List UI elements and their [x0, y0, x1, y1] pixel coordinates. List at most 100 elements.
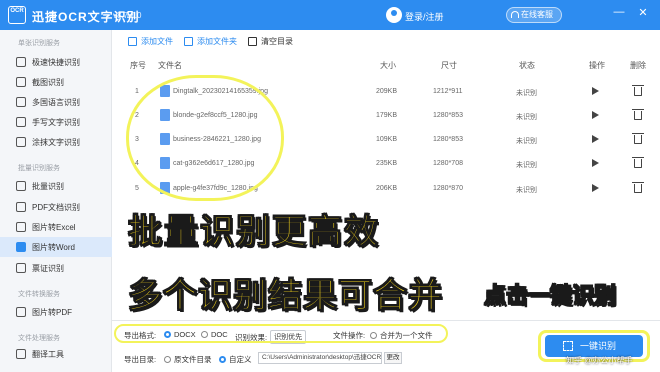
batch-icon	[16, 181, 26, 191]
sidebar-item-label: PDF文档识别	[32, 202, 80, 212]
trash-icon[interactable]	[632, 109, 644, 120]
highlight-pill	[114, 324, 448, 343]
lightning-icon	[16, 57, 26, 67]
sidebar-item-smear[interactable]: 涂抹文字识别	[0, 132, 112, 152]
sidebar-item-label: 票证识别	[32, 263, 64, 273]
sidebar-group-batch: 批量识别服务	[18, 165, 60, 172]
trash-icon[interactable]	[632, 182, 644, 193]
login-link[interactable]: 登录/注册	[405, 10, 444, 23]
globe-icon	[16, 97, 26, 107]
headset-icon	[511, 11, 519, 18]
row-status: 未识别	[516, 90, 537, 97]
col-name: 文件名	[158, 61, 182, 70]
add-file-label: 添加文件	[141, 37, 173, 46]
sidebar-item-ticket[interactable]: 票证识别	[0, 258, 112, 278]
play-icon[interactable]	[592, 135, 599, 143]
sidebar-group-single: 单张识别服务	[18, 40, 60, 47]
minimize-button[interactable]: —	[612, 6, 626, 18]
overlay-caption-3: 点击一键识别	[483, 284, 617, 310]
orig-dir-label: 原文件目录	[174, 355, 212, 364]
row-status: 未识别	[516, 187, 537, 194]
row-status: 未识别	[516, 138, 537, 145]
trash-icon[interactable]	[632, 133, 644, 144]
trash-icon[interactable]	[632, 157, 644, 168]
sidebar-item-label: 涂抹文字识别	[32, 137, 80, 147]
row-size: 206KB	[376, 185, 398, 192]
sidebar-item-screenshot[interactable]: 截图识别	[0, 72, 112, 92]
row-no: 1	[135, 88, 139, 95]
watermark: 知乎 @办公小帮手	[566, 356, 633, 365]
col-status: 状态	[519, 61, 535, 70]
row-size: 109KB	[376, 136, 398, 143]
online-service-button[interactable]: 在线客服	[506, 7, 562, 23]
sidebar-item-excel[interactable]: 图片转Excel	[0, 217, 112, 237]
orig-dir-radio[interactable]: 原文件目录	[164, 354, 212, 365]
radio-checked-icon	[219, 356, 226, 363]
sidebar-item-handwriting[interactable]: 手写文字识别	[0, 112, 112, 132]
sidebar-item-pdf[interactable]: PDF文档识别	[0, 197, 112, 217]
sidebar-group-convert: 文件转换服务	[18, 291, 60, 298]
table-header: 序号 文件名 大小 尺寸 状态 操作 删除	[112, 55, 660, 73]
ticket-icon	[16, 263, 26, 273]
play-icon[interactable]	[592, 184, 599, 192]
brush-icon	[16, 137, 26, 147]
row-status: 未识别	[516, 162, 537, 169]
trash-icon[interactable]	[632, 85, 644, 96]
screenshot-icon	[16, 77, 26, 87]
clear-icon	[248, 37, 257, 46]
word-icon	[16, 242, 26, 252]
radio-unchecked-icon	[164, 356, 171, 363]
sidebar-item-label: 批量识别	[32, 181, 64, 191]
add-folder-label: 添加文件夹	[197, 37, 237, 46]
custom-dir-radio[interactable]: 自定义	[219, 354, 252, 365]
col-size: 大小	[380, 61, 396, 70]
clear-list-button[interactable]: 清空目录	[248, 36, 293, 47]
sidebar-item-label: 图片转Excel	[32, 222, 76, 232]
row-dimensions: 1280*853	[433, 136, 463, 143]
sidebar-item-quick[interactable]: 极速快捷识别	[0, 52, 112, 72]
online-service-label: 在线客服	[521, 10, 553, 19]
highlight-oval	[126, 75, 284, 201]
custom-dir-label: 自定义	[229, 355, 252, 364]
col-action: 操作	[589, 61, 605, 70]
sidebar-item-img2pdf[interactable]: 图片转PDF	[0, 302, 112, 322]
row-size: 209KB	[376, 88, 398, 95]
sidebar-item-label: 手写文字识别	[32, 117, 80, 127]
sidebar-group-process: 文件处理服务	[18, 335, 60, 342]
overlay-caption-1: 批量识别更高效	[128, 212, 380, 253]
sidebar-item-label: 多国语言识别	[32, 97, 80, 107]
row-dimensions: 1280*853	[433, 112, 463, 119]
play-icon[interactable]	[592, 159, 599, 167]
divider	[112, 320, 660, 321]
app-version: v8.7.0.0	[113, 11, 142, 20]
excel-icon	[16, 222, 26, 232]
overlay-caption-2: 多个识别结果可合并	[128, 276, 443, 317]
change-dir-button[interactable]: 更改	[384, 352, 402, 364]
sidebar-item-label: 图片转Word	[32, 242, 75, 252]
title-bar: OCR 迅捷OCR文字识别 v8.7.0.0 登录/注册 在线客服 — ✕	[0, 0, 660, 30]
row-dimensions: 1212*911	[433, 88, 463, 95]
play-icon[interactable]	[592, 111, 599, 119]
translate-icon	[16, 349, 26, 359]
row-size: 179KB	[376, 112, 398, 119]
pen-icon	[16, 117, 26, 127]
sidebar-item-multilang[interactable]: 多国语言识别	[0, 92, 112, 112]
pdf-icon	[16, 202, 26, 212]
sidebar-item-label: 翻译工具	[32, 349, 64, 359]
sidebar-item-batch[interactable]: 批量识别	[0, 176, 112, 196]
add-folder-button[interactable]: 添加文件夹	[184, 36, 237, 47]
img2pdf-icon	[16, 307, 26, 317]
add-file-button[interactable]: 添加文件	[128, 36, 173, 47]
sidebar-item-word[interactable]: 图片转Word	[0, 237, 112, 257]
col-dimensions: 尺寸	[441, 61, 457, 70]
output-path-input[interactable]: C:\Users\Administrator\desktop\迅捷OCR文	[258, 352, 382, 364]
row-dimensions: 1280*708	[433, 160, 463, 167]
app-logo-icon: OCR	[8, 6, 26, 24]
sidebar-item-translate[interactable]: 翻译工具	[0, 344, 112, 364]
row-status: 未识别	[516, 114, 537, 121]
user-avatar-icon[interactable]	[386, 7, 402, 23]
play-icon[interactable]	[592, 87, 599, 95]
row-no: 5	[135, 185, 139, 192]
close-button[interactable]: ✕	[636, 6, 650, 19]
clear-list-label: 清空目录	[261, 37, 293, 46]
